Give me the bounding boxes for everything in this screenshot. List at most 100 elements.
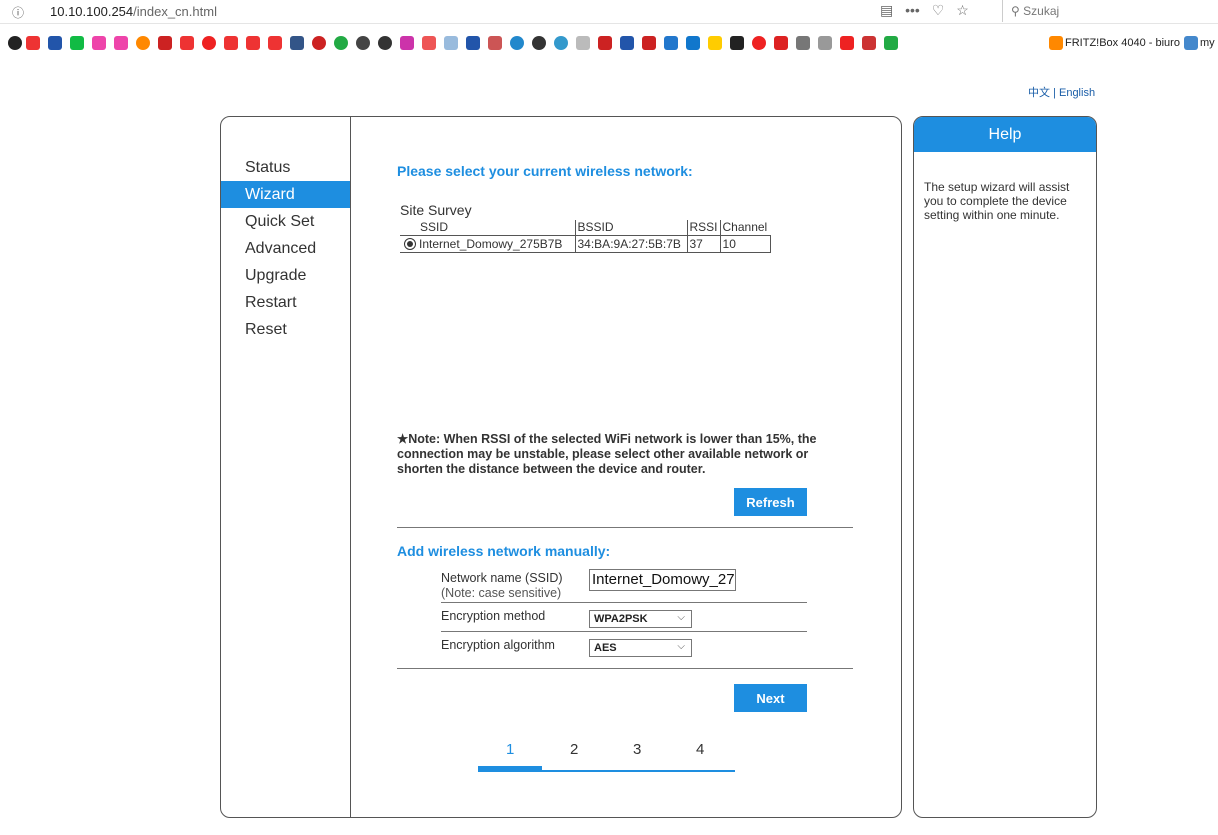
column-header-ssid: SSID <box>400 220 575 236</box>
fritz-icon[interactable] <box>1049 36 1063 50</box>
site-survey-table: SSID BSSID RSSI Channel Internet_Domowy_… <box>400 220 771 253</box>
next-button[interactable]: Next <box>734 684 807 712</box>
blob-icon[interactable] <box>576 36 590 50</box>
manual-network-title: Add wireless network manually: <box>397 543 611 559</box>
lang-english-link[interactable]: English <box>1059 87 1095 99</box>
plug-icon[interactable] <box>620 36 634 50</box>
lang-chinese-link[interactable]: 中文 <box>1028 87 1050 99</box>
encryption-algorithm-label: Encryption algorithm <box>441 638 555 652</box>
nav-item-advanced[interactable]: Advanced <box>221 235 350 262</box>
disc-icon[interactable] <box>378 36 392 50</box>
browser-search-box[interactable]: ⚲ Szukaj <box>1002 0 1218 22</box>
help-panel: Help The setup wizard will assist you to… <box>913 116 1097 818</box>
my-icon[interactable] <box>1184 36 1198 50</box>
bookmark-my[interactable]: my <box>1200 37 1215 49</box>
globe-icon[interactable] <box>532 36 546 50</box>
swirl-icon[interactable] <box>510 36 524 50</box>
loop-icon[interactable] <box>92 36 106 50</box>
site-survey-label: Site Survey <box>400 202 472 218</box>
step-3: 3 <box>633 741 642 758</box>
nav-item-restart[interactable]: Restart <box>221 289 350 316</box>
select-network-title: Please select your current wireless netw… <box>397 163 693 179</box>
step-progress-bar <box>478 766 542 772</box>
flag-icon[interactable] <box>642 36 656 50</box>
ring-icon[interactable] <box>136 36 150 50</box>
chart-icon[interactable] <box>444 36 458 50</box>
refresh-button[interactable]: Refresh <box>734 488 807 516</box>
bssid-cell: 34:BA:9A:27:5B:7B <box>574 234 688 253</box>
encryption-algorithm-value: AES <box>594 642 617 654</box>
ms-icon[interactable] <box>884 36 898 50</box>
instagram-icon[interactable] <box>400 36 414 50</box>
encryption-algorithm-select[interactable]: AES ⌵ <box>589 639 692 657</box>
reader-view-icon[interactable]: ▤ <box>880 2 893 18</box>
table-row[interactable]: Internet_Domowy_275B7B 34:BA:9A:27:5B:7B… <box>400 234 771 253</box>
mosaic-icon[interactable] <box>26 36 40 50</box>
loop-icon[interactable] <box>114 36 128 50</box>
fiff-icon[interactable] <box>246 36 260 50</box>
page-actions-icon[interactable]: ••• <box>905 2 920 18</box>
nav-item-quick-set[interactable]: Quick Set <box>221 208 350 235</box>
n-icon[interactable] <box>158 36 172 50</box>
address-field[interactable]: 10.10.100.254/index_cn.html <box>50 4 217 19</box>
divider-line <box>397 527 853 528</box>
pro-icon[interactable] <box>818 36 832 50</box>
divider-line <box>397 668 853 669</box>
search-placeholder: Szukaj <box>1023 4 1060 18</box>
fiff-icon[interactable] <box>224 36 238 50</box>
sidebar-nav: Status Wizard Quick Set Advanced Upgrade… <box>221 154 350 343</box>
diamond-icon[interactable] <box>290 36 304 50</box>
encryption-method-select[interactable]: WPA2PSK ⌵ <box>589 610 692 628</box>
cup-icon[interactable] <box>312 36 326 50</box>
channel-cell: 10 <box>719 234 771 253</box>
u-icon[interactable] <box>840 36 854 50</box>
box-icon[interactable] <box>664 36 678 50</box>
link-icon[interactable] <box>202 36 216 50</box>
ssid-label: Network name (SSID) <box>441 571 563 585</box>
bookmark-fritzbox[interactable]: FRITZ!Box 4040 - biuro <box>1065 37 1180 49</box>
lang-separator: | <box>1050 87 1059 99</box>
y-icon[interactable] <box>686 36 700 50</box>
network-radio[interactable] <box>404 237 416 250</box>
nav-item-reset[interactable]: Reset <box>221 316 350 343</box>
fork-icon[interactable] <box>180 36 194 50</box>
play-icon[interactable] <box>796 36 810 50</box>
pocket-icon[interactable]: ♡ <box>932 2 945 18</box>
gauge-icon[interactable] <box>356 36 370 50</box>
url-path: /index_cn.html <box>133 4 217 19</box>
browser-url-bar: ⓘ 10.10.100.254/index_cn.html ▤ ••• ♡ ☆ … <box>0 0 1218 24</box>
s-icon[interactable] <box>598 36 612 50</box>
grid-icon[interactable] <box>774 36 788 50</box>
chevron-down-icon: ⌵ <box>677 612 685 623</box>
power-icon[interactable] <box>334 36 348 50</box>
browser-actions: ▤ ••• ♡ ☆ <box>880 2 977 19</box>
target-icon[interactable] <box>752 36 766 50</box>
bookmarks-toolbar: FRITZ!Box 4040 - biuro my <box>0 34 1218 54</box>
wizard-content: Please select your current wireless netw… <box>351 117 901 817</box>
nav-item-wizard[interactable]: Wizard <box>221 181 350 208</box>
fiff-icon[interactable] <box>268 36 282 50</box>
column-header-channel: Channel <box>719 220 771 236</box>
help-title: Help <box>914 117 1096 152</box>
tools-icon[interactable] <box>488 36 502 50</box>
rssi-note: ★Note: When RSSI of the selected WiFi ne… <box>397 432 817 476</box>
lc-icon[interactable] <box>48 36 62 50</box>
shell-icon[interactable] <box>554 36 568 50</box>
lc-icon[interactable] <box>466 36 480 50</box>
on-icon[interactable] <box>70 36 84 50</box>
ssid-input[interactable]: Internet_Domowy_275B7B <box>589 569 736 591</box>
ssid-value: Internet_Domowy_275B7B <box>419 236 563 251</box>
nav-item-upgrade[interactable]: Upgrade <box>221 262 350 289</box>
nav-item-status[interactable]: Status <box>221 154 350 181</box>
site-info-icon[interactable]: ⓘ <box>12 4 24 21</box>
language-switcher: 中文 | English <box>1028 84 1095 100</box>
mail-icon[interactable] <box>422 36 436 50</box>
chevron-down-icon: ⌵ <box>677 641 685 652</box>
frame-icon[interactable] <box>730 36 744 50</box>
spotify-icon[interactable] <box>8 36 22 50</box>
ssid-cell[interactable]: Internet_Domowy_275B7B <box>400 234 576 253</box>
bookmark-star-icon[interactable]: ☆ <box>956 2 969 18</box>
p-icon[interactable] <box>708 36 722 50</box>
fox-icon[interactable] <box>862 36 876 50</box>
column-header-bssid: BSSID <box>574 220 687 236</box>
